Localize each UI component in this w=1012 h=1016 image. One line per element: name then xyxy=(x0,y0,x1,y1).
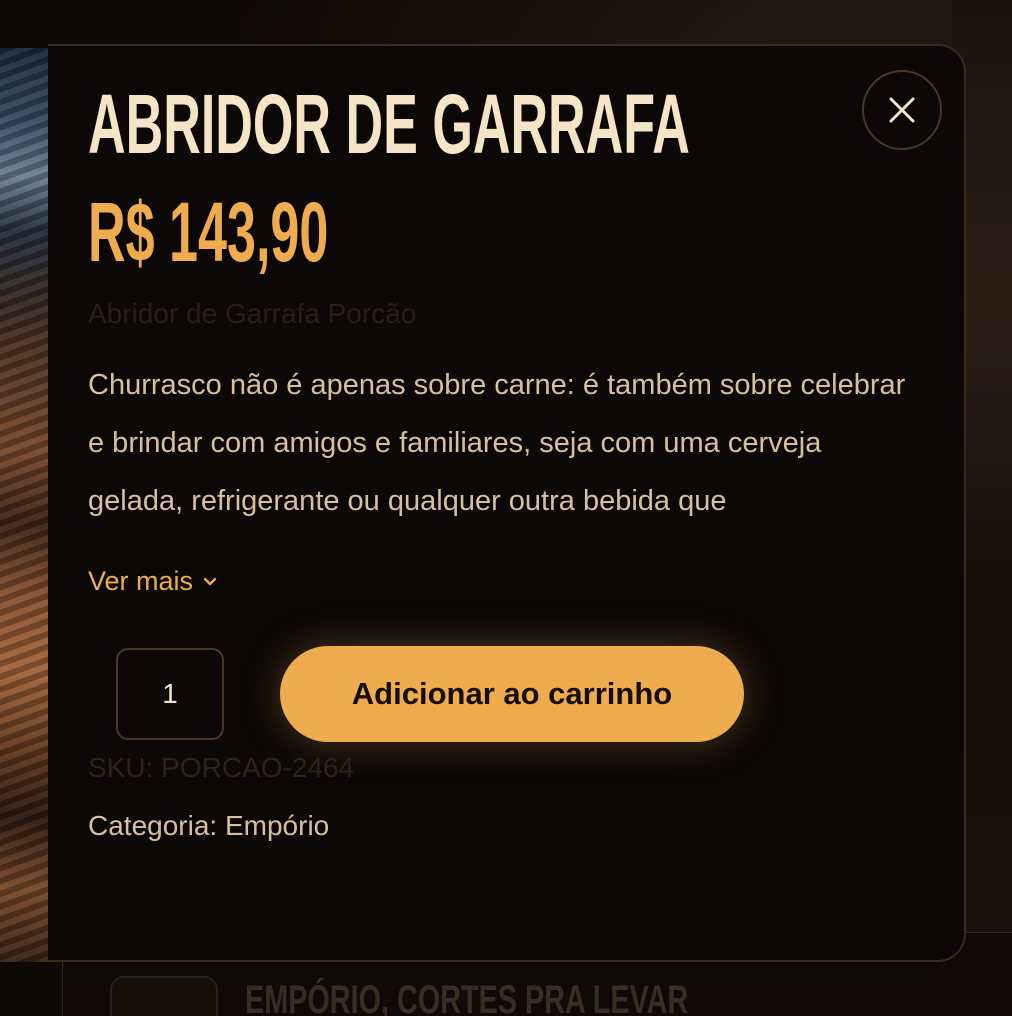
background-section-title: EMPÓRIO, CORTES PRA LEVAR xyxy=(245,978,689,1016)
product-subtitle: Abridor de Garrafa Porcão xyxy=(88,298,417,329)
sku-label: SKU: xyxy=(88,752,154,783)
product-title: ABRIDOR DE GARRAFA xyxy=(88,77,690,171)
category-line: Categoria: Empório xyxy=(88,810,329,842)
add-to-cart-button[interactable]: Adicionar ao carrinho xyxy=(280,646,744,742)
category-link[interactable]: Empório xyxy=(225,810,329,841)
sku-value: PORCAO-2464 xyxy=(161,752,355,783)
chevron-down-icon xyxy=(203,577,217,585)
category-label: Categoria: xyxy=(88,810,218,841)
close-icon xyxy=(889,97,915,123)
product-description: Churrasco não é apenas sobre carne: é ta… xyxy=(88,369,906,517)
see-more-label: Ver mais xyxy=(88,566,194,596)
page: EMPÓRIO, CORTES PRA LEVAR ABRIDOR DE GAR… xyxy=(0,0,1012,1016)
see-more-link[interactable]: Ver mais xyxy=(88,566,217,597)
sku-line: SKU: PORCAO-2464 xyxy=(88,752,354,784)
product-price: R$ 143,90 xyxy=(88,185,329,279)
close-button[interactable] xyxy=(862,70,942,150)
background-section-icon xyxy=(110,976,218,1016)
quantity-input[interactable] xyxy=(116,648,224,740)
